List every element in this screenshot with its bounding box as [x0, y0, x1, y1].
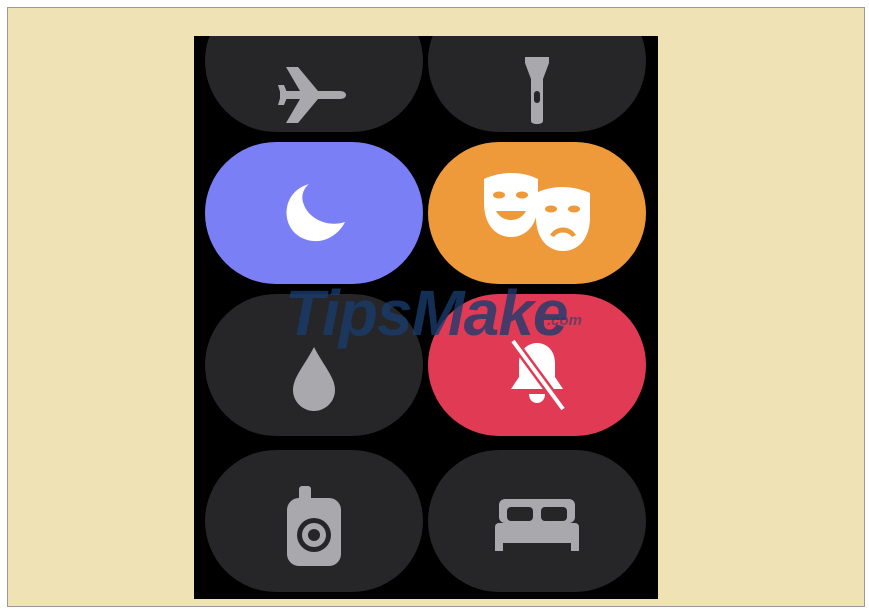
bed-icon [495, 499, 579, 551]
airplane-mode-button[interactable] [205, 36, 423, 132]
water-drop-icon [293, 347, 335, 411]
theater-masks-icon [482, 173, 592, 253]
flashlight-icon [522, 57, 552, 127]
walkie-talkie-button[interactable] [205, 450, 423, 592]
theater-mode-button[interactable] [428, 142, 646, 284]
do-not-disturb-button[interactable] [205, 142, 423, 284]
airplane-icon [278, 65, 350, 125]
bell-slash-icon [505, 339, 569, 411]
sleep-mode-button[interactable] [428, 450, 646, 592]
water-lock-button[interactable] [205, 294, 423, 436]
walkie-talkie-icon [285, 486, 343, 566]
moon-icon [281, 180, 347, 246]
watch-screen [194, 36, 658, 599]
page-frame [7, 7, 865, 607]
silent-mode-button[interactable] [428, 294, 646, 436]
flashlight-button[interactable] [428, 36, 646, 132]
